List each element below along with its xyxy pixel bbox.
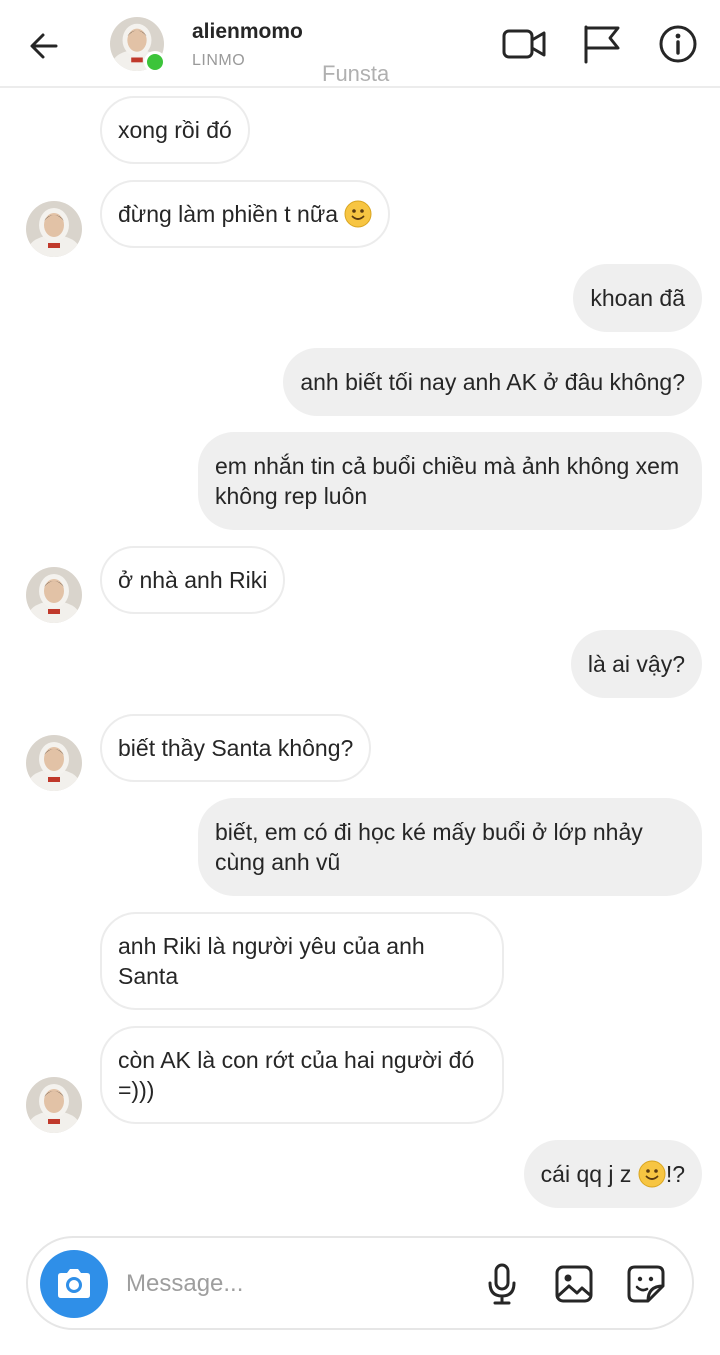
message-text: cái qq j z [540, 1161, 638, 1187]
image-icon [555, 1265, 593, 1303]
sender-avatar[interactable] [26, 735, 82, 791]
slightly-smiling-face-icon [344, 200, 372, 228]
incoming-message[interactable]: biết thầy Santa không? [100, 714, 372, 782]
sender-avatar[interactable] [26, 567, 82, 623]
message-text: còn AK là con rớt của hai người đó =))) [118, 1047, 475, 1103]
camera-button[interactable] [40, 1250, 108, 1318]
outgoing-message[interactable]: em nhắn tin cả buổi chiều mà ảnh không x… [198, 432, 702, 530]
report-flag-button[interactable] [578, 20, 626, 68]
message-text: là ai vậy? [587, 651, 685, 677]
incoming-message[interactable]: anh Riki là người yêu của anh Santa [100, 912, 504, 1010]
message-text: biết, em có đi học ké mấy buổi ở lớp nhả… [215, 819, 643, 875]
message-text: anh biết tối nay anh AK ở đâu không? [300, 369, 685, 395]
microphone-icon [488, 1263, 516, 1305]
chat-header: alienmomo LINMO Funsta [0, 0, 720, 88]
info-button[interactable] [654, 20, 702, 68]
flag-icon [584, 25, 620, 64]
outgoing-message[interactable]: cái qq j z !? [523, 1140, 702, 1208]
outgoing-message[interactable]: biết, em có đi học ké mấy buổi ở lớp nhả… [198, 798, 702, 896]
video-call-button[interactable] [500, 20, 548, 68]
message-text: đừng làm phiền t nữa [118, 201, 339, 227]
message-text: khoan đã [590, 285, 685, 311]
gallery-button[interactable] [552, 1262, 596, 1306]
incoming-message[interactable]: ở nhà anh Riki [100, 546, 286, 614]
sticker-icon [627, 1265, 665, 1303]
sender-avatar[interactable] [26, 201, 82, 257]
message-input[interactable] [126, 1266, 446, 1302]
outgoing-message[interactable]: khoan đã [573, 264, 702, 332]
message-text: biết thầy Santa không? [118, 735, 354, 761]
online-status-dot [144, 51, 166, 73]
outgoing-message[interactable]: là ai vậy? [570, 630, 702, 698]
sticker-button[interactable] [624, 1262, 668, 1306]
incoming-message[interactable]: đừng làm phiền t nữa [100, 180, 391, 248]
message-text: em nhắn tin cả buổi chiều mà ảnh không x… [215, 453, 680, 509]
incoming-message[interactable]: còn AK là con rớt của hai người đó =))) [100, 1026, 504, 1124]
outgoing-message[interactable]: anh biết tối nay anh AK ở đâu không? [283, 348, 702, 416]
arrow-left-icon [30, 33, 58, 59]
video-call-icon [502, 29, 546, 59]
slightly-smiling-face-icon [638, 1160, 666, 1188]
camera-icon [58, 1269, 90, 1298]
message-text: xong rồi đó [118, 117, 232, 143]
message-text: anh Riki là người yêu của anh Santa [118, 933, 425, 989]
message-composer [26, 1236, 694, 1330]
contact-username[interactable]: alienmomo [192, 20, 303, 44]
message-text: ở nhà anh Riki [118, 567, 268, 593]
contact-subtitle: LINMO [192, 52, 246, 69]
watermark-tag: Funsta [322, 61, 390, 86]
incoming-message[interactable]: xong rồi đó [100, 96, 250, 164]
back-button[interactable] [22, 24, 66, 68]
info-icon [659, 25, 697, 63]
message-text: !? [665, 1161, 685, 1187]
sender-avatar[interactable] [26, 1077, 82, 1133]
voice-message-button[interactable] [480, 1262, 524, 1306]
